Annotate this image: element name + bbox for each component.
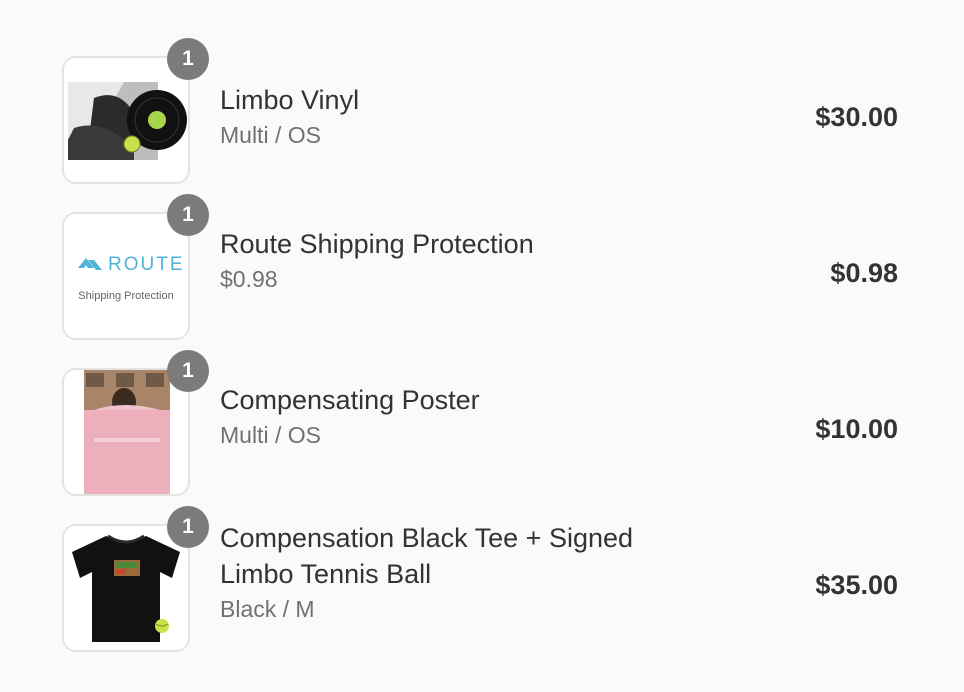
line-item-info: Compensation Black Tee + Signed Limbo Te… xyxy=(220,520,740,626)
product-name[interactable]: Route Shipping Protection xyxy=(220,226,740,262)
quantity-badge: 1 xyxy=(167,194,209,236)
product-name[interactable]: Compensating Poster xyxy=(220,382,740,418)
route-logo-subtext: Shipping Protection xyxy=(78,290,173,302)
quantity-badge: 1 xyxy=(167,38,209,80)
quantity-badge: 1 xyxy=(167,506,209,548)
product-variant: Black / M xyxy=(220,596,315,622)
product-thumbnail: ROUTE Shipping Protection 1 xyxy=(62,194,209,340)
product-name[interactable]: Limbo Vinyl xyxy=(220,82,740,118)
product-variant: Multi / OS xyxy=(220,122,321,148)
product-name[interactable]: Compensation Black Tee + Signed Limbo Te… xyxy=(220,520,690,592)
route-logo-image: ROUTE Shipping Protection xyxy=(62,212,190,340)
product-thumbnail: 1 xyxy=(62,38,209,184)
line-item: 1 Compensation Black Tee + Signed Limbo … xyxy=(62,506,898,652)
line-item: 1 Compensating Poster Multi / OS $10.00 xyxy=(62,350,898,496)
black-tee-image xyxy=(62,524,190,652)
line-item-info: Route Shipping Protection $0.98 xyxy=(220,226,740,296)
quantity-badge: 1 xyxy=(167,350,209,392)
line-item-price: $10.00 xyxy=(815,414,898,444)
product-thumbnail: 1 xyxy=(62,350,209,496)
product-thumbnail: 1 xyxy=(62,506,209,652)
line-item-price: $35.00 xyxy=(815,570,898,600)
line-item: ROUTE Shipping Protection 1 Route Shippi… xyxy=(62,194,898,340)
route-logo-text: ROUTE xyxy=(108,254,185,275)
line-item-info: Compensating Poster Multi / OS xyxy=(220,382,740,452)
line-item-price: $30.00 xyxy=(815,102,898,132)
product-variant: Multi / OS xyxy=(220,422,321,448)
limbo-vinyl-image xyxy=(62,56,190,184)
compensating-poster-image xyxy=(62,368,190,496)
line-item: 1 Limbo Vinyl Multi / OS $30.00 xyxy=(62,38,898,184)
line-item-price: $0.98 xyxy=(830,258,898,288)
line-item-info: Limbo Vinyl Multi / OS xyxy=(220,82,740,152)
product-variant: $0.98 xyxy=(220,266,278,292)
